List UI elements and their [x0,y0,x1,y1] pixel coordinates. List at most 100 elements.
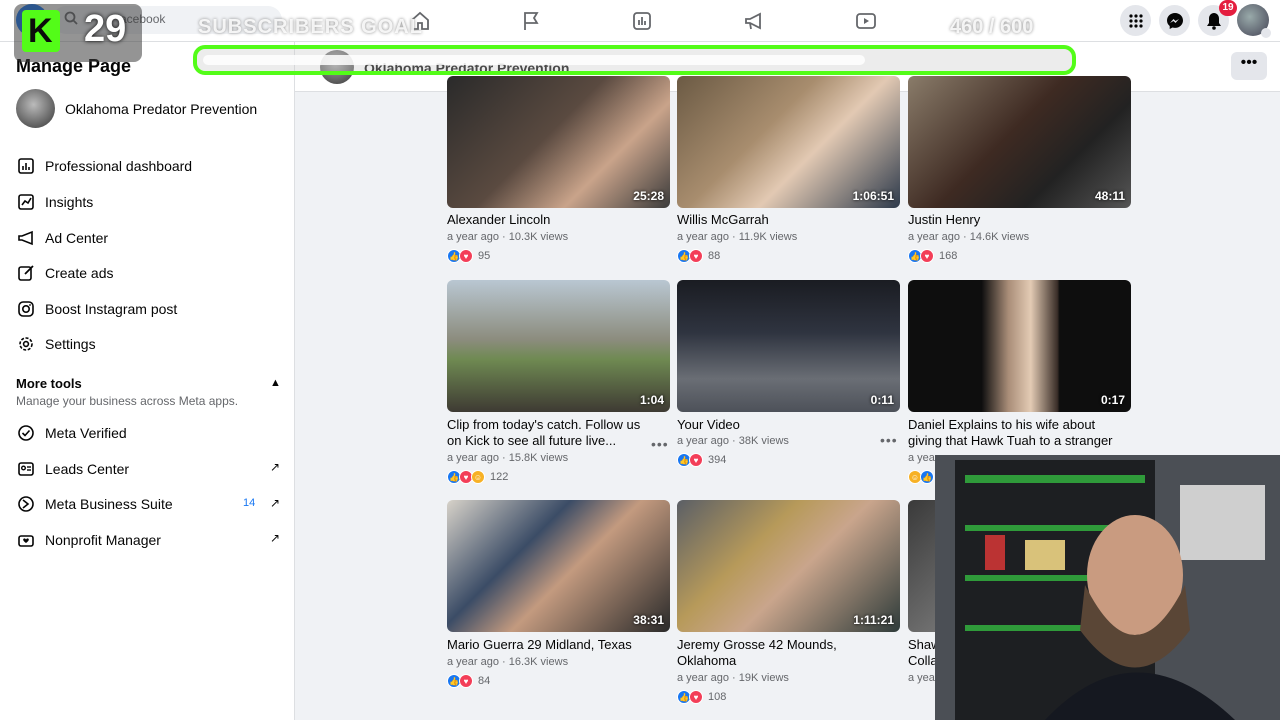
video-thumbnail[interactable] [908,500,938,632]
reaction-summary[interactable]: 👍 ♥ 168 [908,249,957,263]
kick-logo-letter: K [28,12,53,50]
sidebar-item-professional-dashboard[interactable]: Professional dashboard [16,154,192,178]
page-name[interactable]: Oklahoma Predator Prevention [65,101,257,117]
verified-icon [16,423,36,443]
menu-grid-icon [1128,13,1143,28]
video-duration: 25:28 [633,189,664,203]
video-title[interactable]: Clip from today's catch. Follow us on Ki… [447,417,657,449]
video-card[interactable]: Shaw Colla a yea [908,500,938,710]
sidebar-item-label: Ad Center [45,230,109,246]
more-options-button[interactable]: ••• [1231,52,1267,80]
sidebar-item-label: Insights [45,194,94,210]
video-icon[interactable] [855,10,877,32]
video-thumbnail[interactable]: 0:11 [677,280,900,412]
video-title[interactable]: Willis McGarrah [677,212,887,228]
video-thumbnail[interactable]: 1:11:21 [677,500,900,632]
video-meta: a year ago · 15.8K views [447,452,569,464]
more-tools-heading[interactable]: More tools [16,376,82,391]
sidebar-item-label: Nonprofit Manager [45,532,161,548]
video-duration: 38:31 [633,613,664,627]
external-link-icon: ↗ [270,460,281,474]
video-title[interactable]: Daniel Explains to his wife about giving… [908,417,1118,449]
video-thumbnail[interactable]: 25:28 [447,76,670,208]
reaction-summary[interactable]: 👍 ♥ 88 [677,249,720,263]
insights-icon [16,192,36,212]
reaction-summary[interactable]: 👍 ♥ 95 [447,249,490,263]
video-options-button[interactable]: ••• [880,432,898,448]
sidebar-item-nonprofit-manager[interactable]: Nonprofit Manager [16,528,161,552]
chevron-up-icon[interactable]: ▲ [270,377,281,389]
video-duration: 0:11 [870,393,894,407]
reaction-count: 84 [478,675,491,687]
video-title[interactable]: Your Video [677,417,887,433]
sidebar-item-insights[interactable]: Insights [16,190,93,214]
video-title[interactable]: Shaw Colla [908,637,938,669]
video-title[interactable]: Alexander Lincoln [447,212,657,228]
sidebar-item-meta-verified[interactable]: Meta Verified [16,421,127,445]
like-icon: 👍 [920,470,934,484]
gear-icon [16,334,36,354]
page-avatar[interactable] [16,89,55,128]
sidebar-item-boost-instagram[interactable]: Boost Instagram post [16,297,177,321]
reaction-summary[interactable]: ☺ 👍 [908,470,934,484]
sidebar-item-ad-center[interactable]: Ad Center [16,226,108,250]
video-duration: 1:06:51 [852,189,894,203]
messenger-icon [1166,12,1183,29]
sidebar-item-label: Settings [45,336,96,352]
more-tools-subtitle: Manage your business across Meta apps. [16,394,239,408]
video-thumbnail[interactable]: 0:17 [908,280,1131,412]
heart-icon: ♥ [459,674,473,688]
menu-grid-button[interactable] [1120,5,1151,36]
messenger-button[interactable] [1159,5,1190,36]
video-meta: a year ago · 38K views [677,435,789,447]
video-meta: a year ago · 16.3K views [447,656,569,668]
external-link-icon: ↗ [270,496,281,510]
sidebar-item-label: Meta Verified [45,425,127,441]
leads-icon [16,459,36,479]
subscribers-goal-fill [203,55,865,65]
sidebar-item-label: Create ads [45,265,114,281]
megaphone-icon [16,228,36,248]
video-duration: 1:04 [639,393,664,407]
heart-icon: ♥ [689,453,703,467]
sidebar-item-label: Meta Business Suite [45,496,173,512]
reaction-summary[interactable]: 👍 ♥ ☺ 122 [447,470,508,484]
bell-icon [1206,12,1221,30]
video-title[interactable]: Jeremy Grosse 42 Mounds, Oklahoma [677,637,887,669]
video-thumbnail[interactable]: 1:06:51 [677,76,900,208]
video-duration: 0:17 [1100,393,1125,407]
subscribers-goal-bar [193,45,1076,75]
megaphone-icon[interactable] [743,10,765,32]
reaction-summary[interactable]: 👍 ♥ 84 [447,674,490,688]
nonprofit-icon [16,530,36,550]
reaction-summary[interactable]: 👍 ♥ 394 [677,453,726,467]
video-title[interactable]: Justin Henry [908,212,1118,228]
reaction-count: 95 [478,250,491,262]
heart-icon: ♥ [689,249,703,263]
reaction-summary[interactable]: 👍 ♥ 108 [677,690,726,704]
sidebar-item-meta-business-suite[interactable]: Meta Business Suite [16,492,173,516]
reaction-count: 88 [708,250,721,262]
video-thumbnail[interactable]: 38:31 [447,500,670,632]
video-duration: 1:11:21 [853,613,894,627]
video-meta: a yea [908,672,935,684]
sidebar-item-leads-center[interactable]: Leads Center [16,457,129,481]
webcam-overlay [935,455,1280,720]
video-options-button[interactable]: ••• [651,436,669,452]
video-meta: a year ago · 19K views [677,672,789,684]
business-suite-count-badge: 14 [243,497,256,509]
sidebar-item-settings[interactable]: Settings [16,332,96,356]
reaction-count: 168 [939,250,958,262]
dashboard-icon [16,156,36,176]
video-title[interactable]: Mario Guerra 29 Midland, Texas [447,637,657,653]
sidebar-item-create-ads[interactable]: Create ads [16,261,113,285]
sidebar-item-label: Leads Center [45,461,130,477]
video-thumbnail[interactable]: 1:04 [447,280,670,412]
sidebar-item-label: Boost Instagram post [45,301,178,317]
flag-icon[interactable] [520,10,542,32]
account-dropdown-button[interactable] [1261,28,1271,38]
chart-icon[interactable] [631,10,653,32]
subscribers-goal-label: SUBSCRIBERS GOAL [198,16,423,38]
video-thumbnail[interactable]: 48:11 [908,76,1131,208]
sidebar-item-label: Professional dashboard [45,158,193,174]
